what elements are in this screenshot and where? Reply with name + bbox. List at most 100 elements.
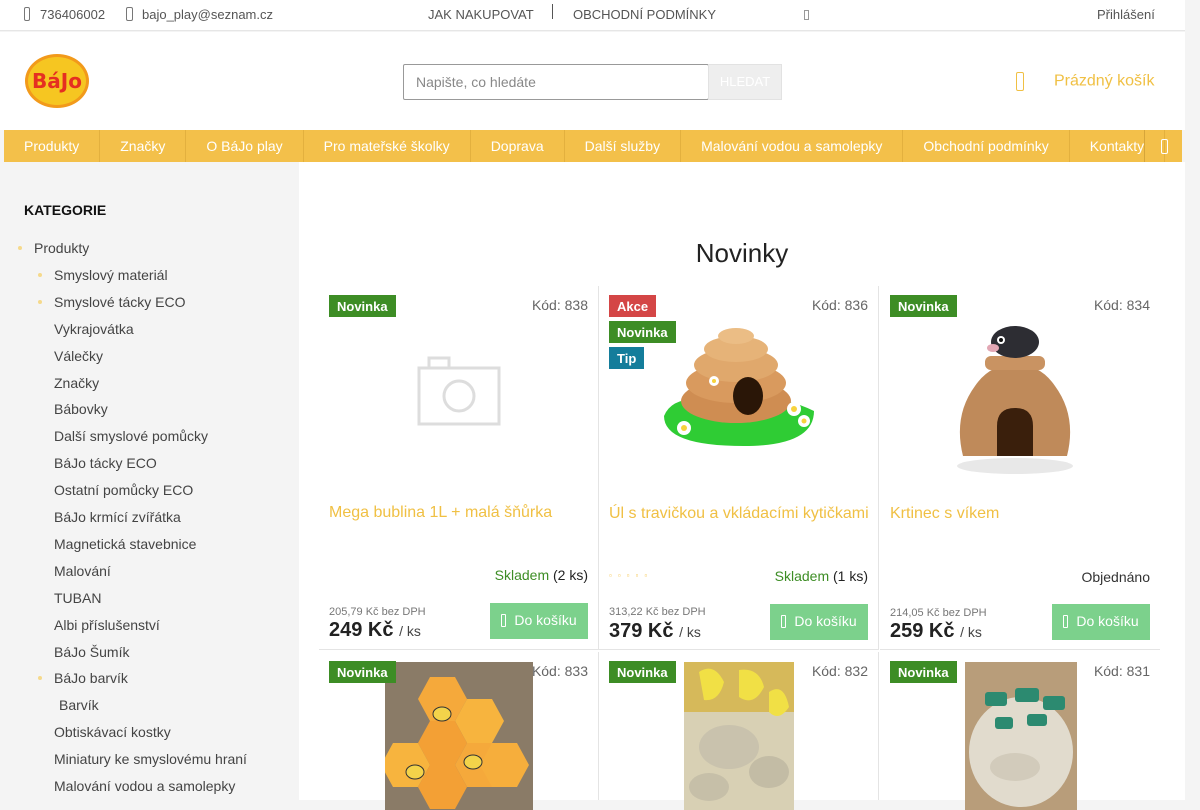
- sidebar-category-link[interactable]: TUBAN: [54, 590, 101, 606]
- badge-novinka: Novinka: [609, 661, 676, 683]
- product-code: Kód: 836: [811, 297, 868, 313]
- badge-novinka: Novinka: [329, 661, 396, 683]
- sidebar-category-link[interactable]: Ostatní pomůcky ECO: [54, 482, 193, 498]
- sidebar-category-link[interactable]: BáJo krmící zvířátka: [54, 509, 181, 525]
- link-how-to-buy[interactable]: JAK NAKUPOVAT: [428, 7, 534, 22]
- add-to-cart-button[interactable]: Do košíku: [490, 603, 588, 639]
- sidebar-category-link[interactable]: Miniatury ke smyslovému hraní: [54, 751, 247, 767]
- stock-status: Skladem (2 ks): [494, 567, 588, 583]
- product-image[interactable]: [684, 662, 794, 810]
- cart-icon: [1063, 615, 1069, 628]
- product-name[interactable]: Mega bublina 1L + malá šňůrka: [329, 504, 552, 522]
- price-net: 313,22 Kč bez DPH: [609, 606, 706, 618]
- product-image[interactable]: [654, 321, 824, 451]
- search-button[interactable]: HLEDAT: [708, 64, 782, 100]
- sidebar-category-link[interactable]: Smyslový materiál: [54, 267, 168, 283]
- menu-more-button[interactable]: [1144, 130, 1182, 162]
- product-code: Kód: 834: [1093, 297, 1150, 313]
- menu-item-doprava[interactable]: Doprava: [471, 130, 565, 162]
- sidebar-category-link[interactable]: BáJo barvík: [54, 670, 128, 686]
- product-card: Novinka Kód: 834 Krtinec s víkem Objedná…: [880, 286, 1160, 650]
- link-terms[interactable]: OBCHODNÍ PODMÍNKY: [573, 7, 716, 22]
- badge-akce: Akce: [609, 295, 657, 317]
- cart-label: Prázdný košík: [1054, 72, 1155, 90]
- product-code: Kód: 838: [531, 297, 588, 313]
- sidebar-category-link[interactable]: Produkty: [34, 240, 89, 256]
- phone-icon: [24, 7, 30, 24]
- sidebar-category-link[interactable]: Obtiskávací kostky: [54, 724, 171, 740]
- category-bullet: [18, 246, 22, 250]
- menu-more-icon: [1161, 139, 1168, 154]
- stock-status: Skladem (1 ks): [774, 568, 868, 584]
- product-image[interactable]: [965, 662, 1077, 810]
- menu-item-sluzby[interactable]: Další služby: [565, 130, 682, 162]
- menu-item-produkty[interactable]: Produkty: [4, 130, 101, 162]
- badge-tip: Tip: [609, 347, 645, 369]
- sidebar-category-link[interactable]: Barvík: [59, 697, 99, 713]
- cart-link[interactable]: Prázdný košík: [1016, 72, 1154, 91]
- add-to-cart-button[interactable]: Do košíku: [770, 604, 868, 640]
- sidebar-category-link[interactable]: Další smyslové pomůcky: [54, 428, 208, 444]
- sidebar: KATEGORIE Produkty Smyslový materiál Smysl…: [4, 162, 299, 800]
- topbar-divider: [552, 4, 553, 19]
- menu-item-podminky[interactable]: Obchodní podmínky: [903, 130, 1070, 162]
- email-link[interactable]: bajo_play@seznam.cz: [142, 7, 273, 22]
- sidebar-category-link[interactable]: Válečky: [54, 348, 103, 364]
- price-net: 214,05 Kč bez DPH: [890, 607, 987, 619]
- menu-item-o-bajo[interactable]: O BáJo play: [186, 130, 304, 162]
- product-card: Novinka Kód: 833: [319, 652, 599, 810]
- main-content: Novinky Novinka Kód: 838 Mega bublina 1L…: [299, 162, 1185, 810]
- no-image-icon: [417, 356, 501, 426]
- login-link[interactable]: Přihlášení: [1097, 7, 1155, 22]
- product-card: Novinka Kód: 838 Mega bublina 1L + malá …: [319, 286, 599, 650]
- price: 249 Kč / ks: [329, 619, 421, 641]
- product-image[interactable]: [945, 316, 1085, 476]
- add-to-cart-button[interactable]: Do košíku: [1052, 604, 1150, 640]
- price: 379 Kč / ks: [609, 620, 701, 642]
- sidebar-category-link[interactable]: Malování vodou a samolepky: [54, 778, 235, 794]
- main-menu: Produkty Značky O BáJo play Pro mateřské…: [4, 130, 1182, 162]
- product-card: Novinka Kód: 831: [880, 652, 1160, 810]
- product-code: Kód: 831: [1093, 663, 1150, 679]
- top-bar: 736406002 bajo_play@seznam.cz JAK NAKUPO…: [0, 0, 1185, 31]
- menu-item-skolky[interactable]: Pro mateřské školky: [304, 130, 471, 162]
- logo[interactable]: BáJo: [25, 54, 89, 108]
- cart-icon: [781, 615, 787, 628]
- menu-item-znacky[interactable]: Značky: [100, 130, 187, 162]
- product-name[interactable]: Krtinec s víkem: [890, 505, 999, 523]
- category-bullet: [38, 676, 42, 681]
- sidebar-category-link[interactable]: Smyslové tácky ECO: [54, 294, 185, 310]
- rating-stars: ▫▫▫▫▫: [609, 571, 654, 580]
- sidebar-category-link[interactable]: Bábovky: [54, 401, 108, 417]
- search-input[interactable]: [403, 64, 709, 100]
- price-net: 205,79 Kč bez DPH: [329, 606, 426, 618]
- cart-icon: [1016, 72, 1024, 91]
- badge-novinka: Novinka: [329, 295, 396, 317]
- mail-icon: [126, 7, 133, 24]
- badge-novinka: Novinka: [890, 295, 957, 317]
- product-code: Kód: 833: [531, 663, 588, 679]
- header: BáJo HLEDAT Prázdný košík: [0, 32, 1185, 130]
- sidebar-category-link[interactable]: Albi příslušenství: [54, 617, 160, 633]
- sidebar-category-link[interactable]: BáJo Šumík: [54, 644, 129, 660]
- sidebar-category-link[interactable]: Magnetická stavebnice: [54, 536, 196, 552]
- sidebar-category-link[interactable]: Malování: [54, 563, 111, 579]
- sidebar-category-link[interactable]: Vykrajovátka: [54, 321, 134, 337]
- menu-item-malovani[interactable]: Malování vodou a samolepky: [681, 130, 904, 162]
- sidebar-title: KATEGORIE: [24, 202, 107, 218]
- product-card: Novinka Kód: 832: [599, 652, 879, 810]
- cart-icon: [501, 614, 507, 627]
- price: 259 Kč / ks: [890, 620, 982, 642]
- category-bullet: [38, 272, 42, 277]
- sidebar-category-link[interactable]: Značky: [54, 375, 99, 391]
- product-code: Kód: 832: [811, 663, 868, 679]
- badge-novinka: Novinka: [890, 661, 957, 683]
- sidebar-category-link[interactable]: BáJo tácky ECO: [54, 455, 157, 471]
- dropdown-icon[interactable]: [804, 10, 809, 20]
- category-bullet: [38, 299, 42, 304]
- product-name[interactable]: Úl s travičkou a vkládacími kytičkami: [609, 505, 869, 523]
- product-card: Akce Novinka Tip Kód: 836 Úl s travičkou…: [599, 286, 879, 650]
- phone-number[interactable]: 736406002: [40, 7, 105, 22]
- product-image[interactable]: [385, 662, 533, 810]
- stock-status: Objednáno: [1081, 569, 1150, 585]
